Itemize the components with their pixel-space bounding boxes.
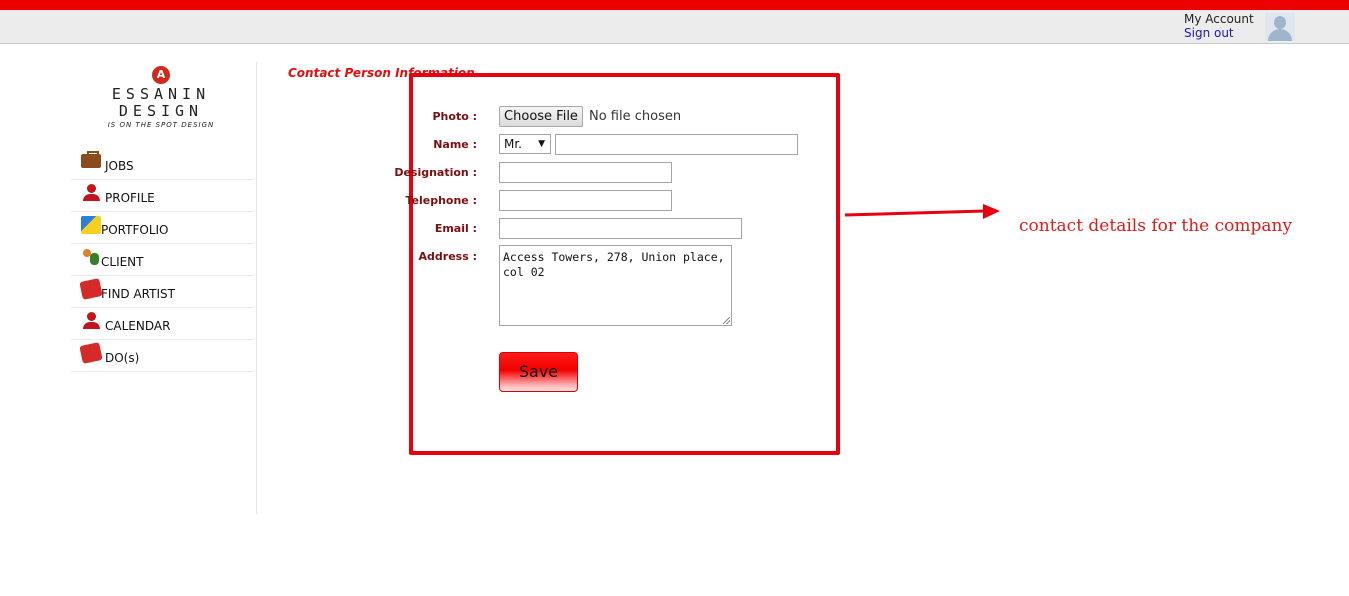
- sidebar-item-jobs[interactable]: JOBS: [71, 148, 253, 180]
- company-logo[interactable]: A ESSANIN DESIGN IS ON THE SPOT DESIGN: [100, 66, 222, 129]
- email-field[interactable]: [499, 218, 742, 239]
- email-label: Email :: [434, 222, 477, 235]
- title-select-value: Mr.: [504, 137, 522, 151]
- avatar-head-shape: [1274, 16, 1286, 29]
- designation-label: Designation :: [394, 166, 477, 179]
- telephone-label: Telephone :: [405, 194, 477, 207]
- name-label: Name :: [433, 138, 477, 151]
- address-text: Access Towers, 278, Union place, col 02: [503, 250, 725, 279]
- person-icon: [81, 184, 101, 202]
- sidebar-nav: JOBS PROFILE PORTFOLIO CLIENT FIND ARTIS…: [71, 148, 253, 372]
- sidebar-item-dos[interactable]: DO(s): [71, 340, 253, 372]
- sidebar-item-label: FIND ARTIST: [101, 287, 175, 301]
- sidebar-item-label: CALENDAR: [105, 319, 171, 333]
- telephone-field[interactable]: [499, 190, 672, 211]
- client-icon: [81, 248, 101, 266]
- sidebar-item-profile[interactable]: PROFILE: [71, 180, 253, 212]
- account-menu: My Account Sign out: [1184, 12, 1254, 40]
- designation-field[interactable]: [499, 162, 672, 183]
- sidebar-item-calendar[interactable]: CALENDAR: [71, 308, 253, 340]
- sidebar-item-label: PORTFOLIO: [101, 223, 169, 237]
- my-account-link[interactable]: My Account: [1184, 12, 1254, 26]
- top-accent-bar: [0, 0, 1349, 10]
- header-bar: My Account Sign out: [0, 10, 1349, 44]
- briefcase-icon: [81, 151, 101, 168]
- address-label: Address :: [418, 250, 477, 263]
- file-status: No file chosen: [589, 109, 682, 124]
- sidebar-item-label: PROFILE: [105, 191, 155, 205]
- sign-out-link[interactable]: Sign out: [1184, 26, 1254, 40]
- arrow-head: [983, 204, 1000, 219]
- choose-file-button[interactable]: Choose File: [499, 106, 583, 127]
- sidebar-divider: [256, 62, 257, 514]
- sidebar-item-client[interactable]: CLIENT: [71, 244, 253, 276]
- arrow-shaft: [844, 209, 986, 217]
- portfolio-icon: [81, 216, 101, 234]
- sidebar-item-label: JOBS: [105, 159, 134, 173]
- avatar-body-shape: [1268, 29, 1292, 41]
- sidebar-item-label: CLIENT: [101, 255, 144, 269]
- sidebar-item-label: DO(s): [105, 351, 140, 365]
- chevron-down-icon: ▼: [538, 139, 545, 149]
- address-field[interactable]: Access Towers, 278, Union place, col 02: [499, 245, 732, 326]
- title-select[interactable]: Mr. ▼: [499, 134, 551, 154]
- person-icon: [81, 312, 101, 330]
- folder-icon: [79, 342, 103, 364]
- folder-icon: [79, 278, 103, 300]
- logo-line-2: DESIGN: [118, 102, 204, 120]
- photo-label: Photo :: [432, 110, 478, 123]
- name-field[interactable]: [555, 134, 798, 155]
- save-button[interactable]: Save: [499, 352, 578, 392]
- logo-tagline: IS ON THE SPOT DESIGN: [107, 121, 215, 129]
- avatar[interactable]: [1265, 13, 1295, 41]
- arrow-right-icon: [844, 204, 1000, 219]
- annotation-note: contact details for the company: [1019, 216, 1293, 236]
- logo-line-1: ESSANIN: [111, 85, 211, 103]
- sidebar-item-portfolio[interactable]: PORTFOLIO: [71, 212, 253, 244]
- logo-mark-icon: A: [152, 66, 170, 84]
- resize-handle-icon[interactable]: [723, 317, 730, 324]
- sidebar-item-find-artist[interactable]: FIND ARTIST: [71, 276, 253, 308]
